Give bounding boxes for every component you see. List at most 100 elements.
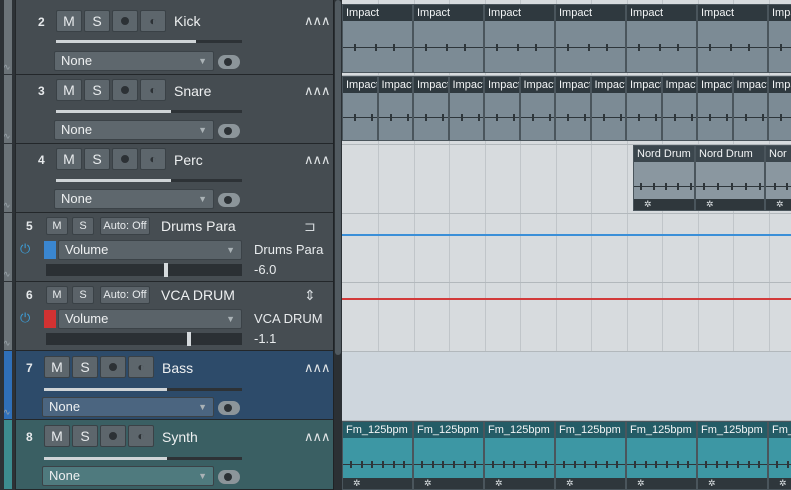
volume-slider[interactable] [44, 457, 242, 460]
track-name[interactable]: Snare [174, 83, 211, 99]
record-icon[interactable] [112, 148, 138, 170]
event-clip[interactable]: Impact [448, 76, 484, 141]
mute-button[interactable]: M [44, 425, 70, 447]
event-clip[interactable]: Nord Drum ✲ [633, 145, 695, 211]
solo-button[interactable]: S [84, 148, 110, 170]
mute-button[interactable]: M [44, 356, 70, 378]
event-clip[interactable]: Impact [626, 76, 662, 141]
gear-icon[interactable]: ✲ [779, 478, 787, 489]
event-clip[interactable]: Impact [484, 4, 555, 73]
event-clip[interactable]: Nord Drum ✲ [695, 145, 765, 211]
record-icon[interactable] [112, 79, 138, 101]
event-clip[interactable]: Fm_125bpm ✲ [697, 421, 768, 490]
automation-level-slider[interactable] [46, 263, 242, 277]
event-clip[interactable]: Impact [519, 76, 555, 141]
gear-icon[interactable]: ✲ [644, 199, 652, 210]
event-clip[interactable]: Fm_125bpm ✲ [768, 421, 791, 490]
monitor-icon[interactable]: ◐ [140, 10, 166, 32]
input-select[interactable]: None ▼ [54, 189, 214, 209]
input-select[interactable]: None ▼ [42, 397, 214, 417]
slider-knob[interactable] [163, 263, 168, 277]
volume-slider[interactable] [44, 388, 242, 391]
event-clip[interactable]: Impact [413, 76, 449, 141]
gear-icon[interactable]: ✲ [708, 478, 716, 489]
input-select[interactable]: None ▼ [54, 51, 214, 71]
gear-icon[interactable]: ✲ [424, 478, 432, 489]
track-drums-para[interactable]: 5 M S Auto: Off Drums Para ⊐ ⏻ Volume ▼ D… [3, 213, 333, 282]
slider-knob[interactable] [187, 332, 192, 346]
gear-icon[interactable]: ✲ [353, 478, 361, 489]
event-clip[interactable]: Impact [555, 4, 626, 73]
event-clip[interactable]: Impact [484, 76, 520, 141]
automation-parameter-select[interactable]: Volume ▼ [58, 309, 242, 329]
volume-slider[interactable] [56, 40, 242, 43]
event-clip[interactable]: Fm_125bpm ✲ [626, 421, 697, 490]
track-name[interactable]: Bass [162, 360, 193, 376]
link-icon[interactable] [218, 55, 240, 69]
gear-icon[interactable]: ✲ [495, 478, 503, 489]
link-icon[interactable] [218, 193, 240, 207]
record-icon[interactable] [100, 356, 126, 378]
event-clip[interactable]: Impact [413, 4, 484, 73]
event-clip[interactable]: Fm_125bpm ✲ [342, 421, 413, 490]
volume-slider[interactable] [56, 110, 242, 113]
solo-button[interactable]: S [72, 356, 98, 378]
track-name[interactable]: Synth [162, 429, 198, 445]
power-icon[interactable]: ⏻ [20, 310, 30, 326]
solo-button[interactable]: S [84, 79, 110, 101]
track-kick[interactable]: 2 M S ◐ Kick ∧∧∧ None ▼ ∿ [3, 0, 333, 75]
lane-vca-drum[interactable] [342, 282, 791, 351]
monitor-icon[interactable]: ◐ [128, 425, 154, 447]
automation-line-drums-para[interactable] [342, 234, 791, 236]
event-clip[interactable]: Fm_125bpm ✲ [484, 421, 555, 490]
solo-button[interactable]: S [72, 286, 94, 304]
event-clip[interactable]: Impact [342, 4, 413, 73]
monitor-icon[interactable]: ◐ [140, 148, 166, 170]
event-clip[interactable]: Impact [342, 76, 378, 141]
monitor-icon[interactable]: ◐ [128, 356, 154, 378]
event-clip[interactable]: Fm_125bpm ✲ [555, 421, 626, 490]
lane-bass[interactable] [342, 351, 791, 420]
gear-icon[interactable]: ✲ [566, 478, 574, 489]
event-clip[interactable]: Impact [768, 4, 791, 73]
track-vca-drum[interactable]: 6 M S Auto: Off VCA DRUM ⇕ ⏻ Volume ▼ VCA… [3, 282, 333, 351]
power-icon[interactable]: ⏻ [20, 241, 30, 257]
mute-button[interactable]: M [56, 79, 82, 101]
track-perc[interactable]: 4 M S ◐ Perc ∧∧∧ None ▼ ∿ [3, 144, 333, 213]
input-select[interactable]: None ▼ [54, 120, 214, 140]
event-clip[interactable]: Impact [732, 76, 768, 141]
scrollbar-thumb[interactable] [335, 0, 341, 355]
event-clip[interactable]: Impact [626, 4, 697, 73]
automation-level-slider[interactable] [46, 332, 242, 346]
automation-line-vca-drum[interactable] [342, 298, 791, 300]
lane-drums-para[interactable] [342, 213, 791, 282]
mute-button[interactable]: M [46, 286, 68, 304]
input-select[interactable]: None ▼ [42, 466, 214, 486]
solo-button[interactable]: S [72, 425, 98, 447]
monitor-icon[interactable]: ◐ [140, 79, 166, 101]
volume-slider[interactable] [56, 179, 242, 182]
track-synth[interactable]: 8 M S ◐ Synth ∧∧∧ None ▼ [4, 420, 333, 490]
arrangement-view[interactable]: ImpactImpactImpactImpactImpactImpactImpa… [342, 0, 791, 490]
mute-button[interactable]: M [56, 10, 82, 32]
track-name[interactable]: Perc [174, 152, 203, 168]
gear-icon[interactable]: ✲ [776, 199, 784, 210]
automation-parameter-select[interactable]: Volume ▼ [58, 240, 242, 260]
mute-button[interactable]: M [46, 217, 68, 235]
link-icon[interactable] [218, 124, 240, 138]
mute-button[interactable]: M [56, 148, 82, 170]
automation-mode-button[interactable]: Auto: Off [100, 286, 150, 304]
track-name[interactable]: VCA DRUM [161, 287, 235, 303]
event-clip[interactable]: Impact [555, 76, 591, 141]
vertical-scrollbar[interactable] [333, 0, 342, 490]
track-name[interactable]: Drums Para [161, 218, 236, 234]
track-snare[interactable]: 3 M S ◐ Snare ∧∧∧ None ▼ ∿ [3, 75, 333, 144]
event-clip[interactable]: Impact [697, 4, 768, 73]
event-clip[interactable]: Impact [697, 76, 733, 141]
gear-icon[interactable]: ✲ [706, 199, 714, 210]
event-clip[interactable]: Impact [377, 76, 413, 141]
event-clip[interactable]: Impact [768, 76, 791, 141]
link-icon[interactable] [218, 401, 240, 415]
event-clip[interactable]: Fm_125bpm ✲ [413, 421, 484, 490]
event-clip[interactable]: Impact [590, 76, 626, 141]
